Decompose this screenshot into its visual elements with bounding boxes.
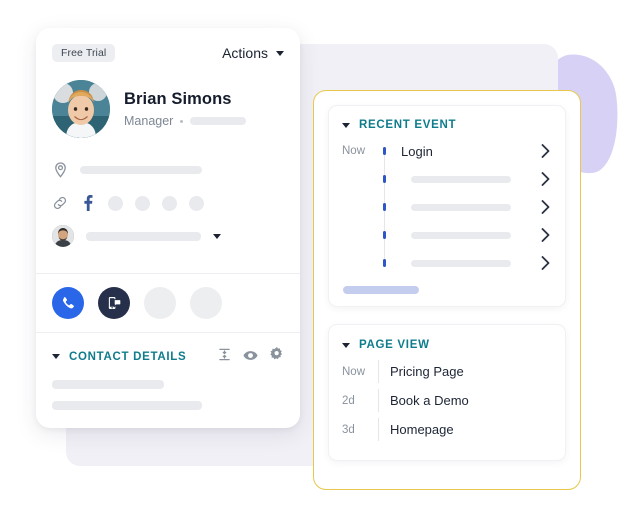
person-subtitle: Manager xyxy=(124,114,247,128)
owner-row[interactable] xyxy=(52,224,284,248)
list-item[interactable] xyxy=(342,221,552,249)
sms-button[interactable] xyxy=(98,287,130,319)
actions-label: Actions xyxy=(222,45,268,61)
person-role: Manager xyxy=(124,114,174,128)
event-time: Now xyxy=(342,145,366,157)
timeline-rail xyxy=(378,165,391,193)
contact-details-tools xyxy=(218,347,284,366)
gear-icon[interactable] xyxy=(270,347,284,366)
list-item[interactable] xyxy=(342,165,552,193)
timeline-dot-icon xyxy=(382,259,387,267)
list-item[interactable] xyxy=(342,249,552,277)
phone-icon xyxy=(62,296,74,308)
progress-bar xyxy=(343,286,419,294)
event-label: Login xyxy=(401,143,433,159)
page-view-label: Pricing Page xyxy=(390,364,464,379)
contact-details-section: CONTACT DETAILS xyxy=(36,332,300,428)
page-view-time: 3d xyxy=(342,423,355,436)
quick-actions-bar xyxy=(36,273,300,332)
person-photo-avatar xyxy=(52,80,110,138)
chevron-right-icon[interactable] xyxy=(538,200,552,214)
page-view-time: Now xyxy=(342,365,366,378)
screenshot-stage: Free Trial Actions Brian Simons Manager … xyxy=(0,0,620,530)
contact-details-header[interactable]: CONTACT DETAILS xyxy=(52,347,284,366)
timeline-dot-icon xyxy=(382,175,387,183)
label-ghost xyxy=(411,259,511,267)
label-ghost xyxy=(411,175,511,183)
event-label-placeholder xyxy=(391,259,538,267)
action-placeholder-4[interactable] xyxy=(190,287,222,319)
person-summary-row: Brian Simons Manager xyxy=(52,80,284,138)
collapse-caret-icon[interactable] xyxy=(342,342,350,348)
social-placeholder-1[interactable] xyxy=(108,195,123,211)
collapse-caret-icon[interactable] xyxy=(342,122,350,128)
sms-chat-icon xyxy=(108,296,122,310)
timeline-rail xyxy=(378,137,391,165)
profile-info-rows xyxy=(52,158,284,248)
free-trial-badge: Free Trial xyxy=(52,43,116,63)
owner-avatar xyxy=(52,225,74,247)
event-label-placeholder xyxy=(391,231,538,239)
page-view-label: Book a Demo xyxy=(390,393,469,408)
page-title: Brian Simons xyxy=(124,90,232,108)
recent-event-header[interactable]: RECENT EVENT xyxy=(342,119,552,131)
list-item[interactable]: Now Pricing Page xyxy=(342,357,552,386)
social-placeholder-4[interactable] xyxy=(189,195,204,211)
list-item[interactable] xyxy=(342,193,552,221)
list-item[interactable]: Now Login xyxy=(342,137,552,165)
facebook-icon[interactable] xyxy=(80,195,96,211)
location-pin-icon xyxy=(52,162,68,178)
action-placeholder-3[interactable] xyxy=(144,287,176,319)
owner-value-placeholder xyxy=(86,231,201,241)
profile-header-section: Free Trial Actions Brian Simons Manager xyxy=(36,28,300,273)
event-label-placeholder xyxy=(391,175,538,183)
chevron-down-icon[interactable] xyxy=(213,233,221,239)
timeline-rail xyxy=(378,249,391,277)
eye-icon[interactable] xyxy=(243,348,258,366)
page-view-panel: PAGE VIEW Now Pricing Page 2d Book a Dem… xyxy=(328,324,566,461)
separator-dot xyxy=(180,119,184,123)
contact-detail-placeholder-2 xyxy=(52,401,202,410)
call-button[interactable] xyxy=(52,287,84,319)
link-icon[interactable] xyxy=(52,195,68,211)
social-placeholder-3[interactable] xyxy=(162,195,177,211)
timeline-dot-icon xyxy=(382,231,387,239)
social-links-row xyxy=(52,191,284,215)
recent-event-title: RECENT EVENT xyxy=(359,119,457,131)
chevron-down-icon xyxy=(276,50,284,56)
event-label-placeholder xyxy=(391,203,538,211)
avatar[interactable] xyxy=(52,80,110,138)
collapse-icon[interactable] xyxy=(218,348,231,366)
timeline-rail xyxy=(378,221,391,249)
page-view-header[interactable]: PAGE VIEW xyxy=(342,339,552,351)
profile-header-row: Free Trial Actions xyxy=(52,42,284,64)
social-placeholder-2[interactable] xyxy=(135,195,150,211)
chevron-right-icon[interactable] xyxy=(538,256,552,270)
chevron-right-icon[interactable] xyxy=(538,144,552,158)
location-value-placeholder xyxy=(80,166,202,174)
person-text-block: Brian Simons Manager xyxy=(124,90,247,128)
page-view-label: Homepage xyxy=(390,422,454,437)
list-item[interactable]: 2d Book a Demo xyxy=(342,386,552,415)
location-row[interactable] xyxy=(52,158,284,182)
contact-profile-card: Free Trial Actions Brian Simons Manager … xyxy=(36,28,300,428)
collapse-caret-icon[interactable] xyxy=(52,354,60,359)
chevron-right-icon[interactable] xyxy=(538,228,552,242)
chevron-right-icon[interactable] xyxy=(538,172,552,186)
page-view-time: 2d xyxy=(342,394,355,407)
recent-event-panel: RECENT EVENT Now Login xyxy=(328,105,566,307)
timeline-dot-icon xyxy=(382,147,387,155)
page-view-title: PAGE VIEW xyxy=(359,339,430,351)
contact-details-title: CONTACT DETAILS xyxy=(69,350,187,363)
label-ghost xyxy=(411,231,511,239)
activity-panel-card: RECENT EVENT Now Login PAGE VIEW Now Pri… xyxy=(313,90,581,490)
person-meta-placeholder xyxy=(190,117,247,125)
timeline-rail xyxy=(378,193,391,221)
list-item[interactable]: 3d Homepage xyxy=(342,415,552,444)
actions-dropdown-button[interactable]: Actions xyxy=(222,45,284,61)
timeline-dot-icon xyxy=(382,203,387,211)
label-ghost xyxy=(411,203,511,211)
contact-detail-placeholder-1 xyxy=(52,380,164,389)
